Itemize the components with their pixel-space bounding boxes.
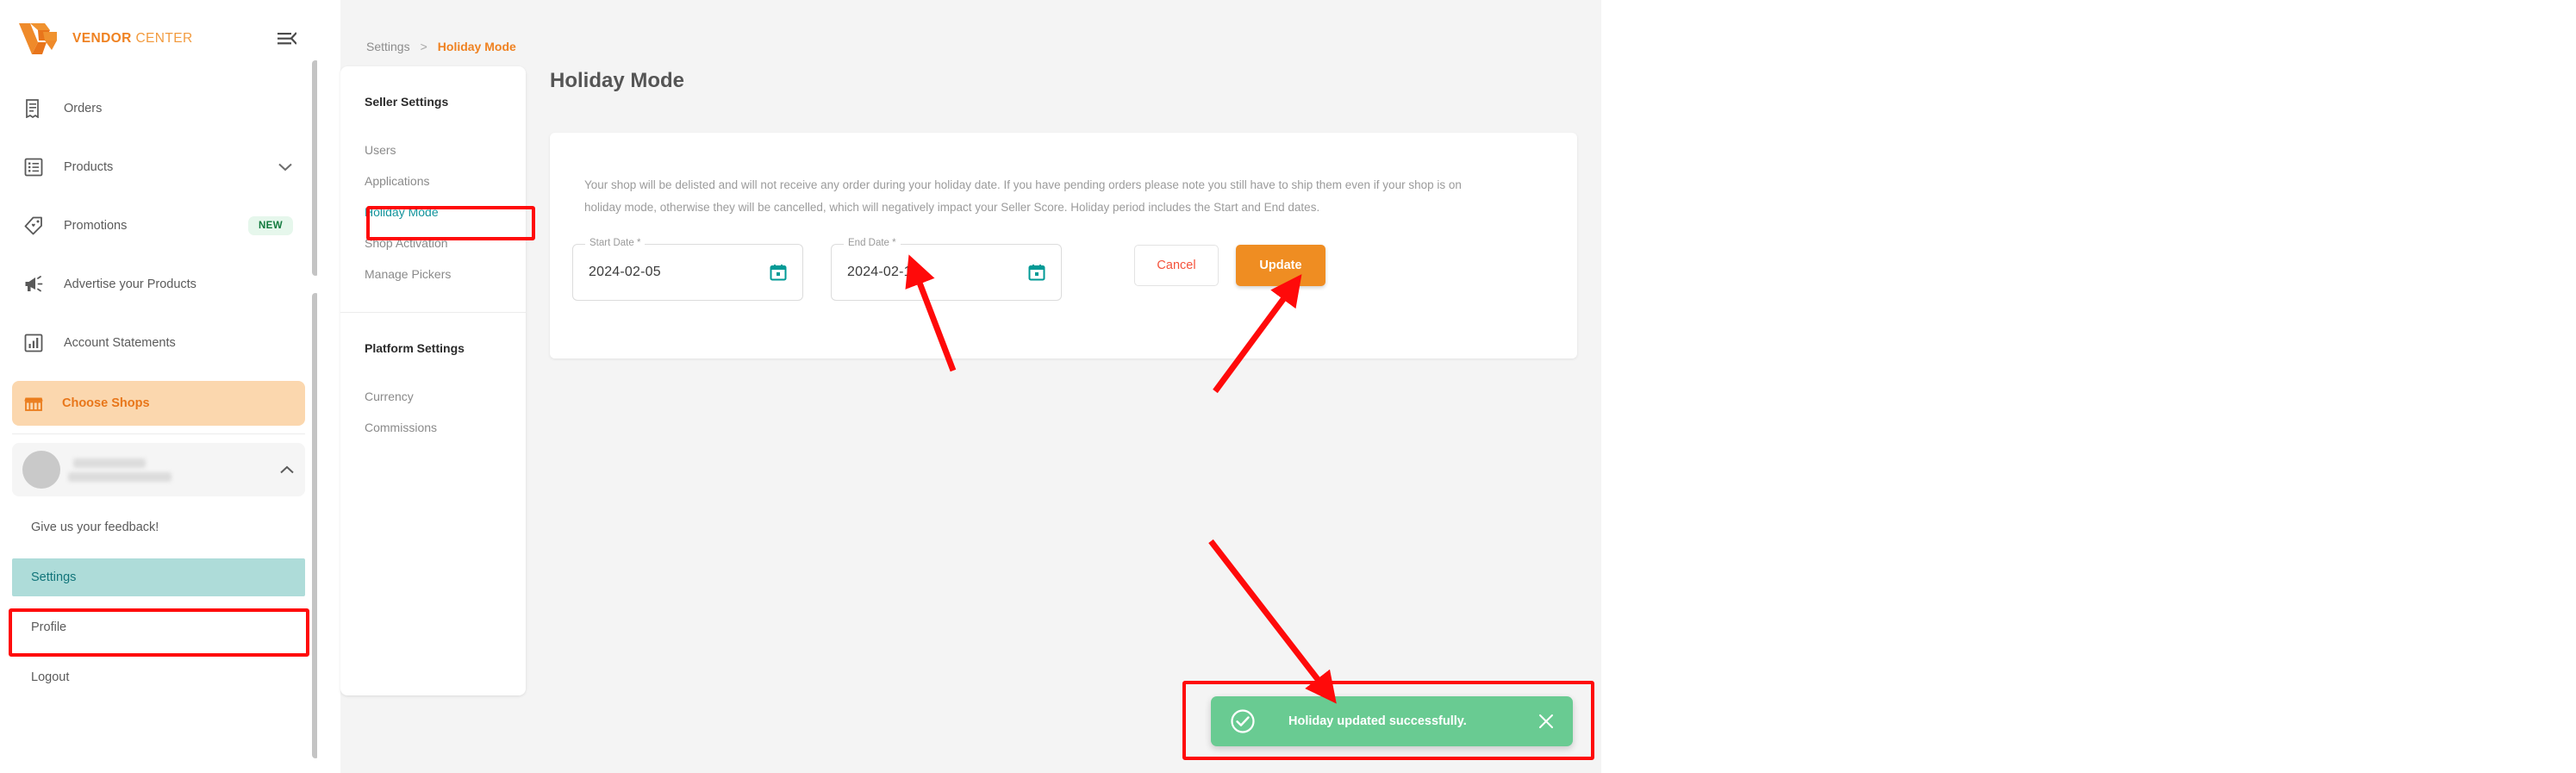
outer-blank-area — [1601, 0, 2576, 773]
sidebar-item-settings[interactable]: Settings — [12, 558, 305, 596]
success-toast: Holiday updated successfully. — [1211, 696, 1573, 746]
sidebar-item-label: Orders — [64, 102, 103, 115]
vendor-center-logo — [19, 23, 57, 54]
status-badge: NEW — [247, 216, 293, 235]
calendar-icon[interactable] — [1028, 264, 1045, 281]
sidebar-divider — [12, 433, 305, 434]
form-actions: Cancel Update — [1134, 244, 1325, 286]
brand-title-bold: VENDOR — [72, 31, 132, 46]
settings-link-manage-pickers[interactable]: Manage Pickers — [365, 259, 502, 290]
toast-message: Holiday updated successfully. — [1288, 714, 1467, 728]
collapse-sidebar-icon[interactable] — [276, 28, 298, 50]
settings-group-platform: Platform Settings Currency Commissions — [340, 313, 526, 443]
page-title: Holiday Mode — [550, 69, 685, 92]
start-date-field[interactable]: Start Date * 2024-02-05 — [572, 237, 803, 301]
sidebar-item-label: Promotions — [64, 219, 128, 233]
sidebar-item-products[interactable]: Products — [0, 146, 317, 188]
sidebar-item-label: Advertise your Products — [64, 277, 196, 291]
breadcrumb-current: Holiday Mode — [437, 40, 516, 53]
sidebar-item-label: Logout — [31, 670, 70, 684]
chevron-down-icon[interactable] — [278, 162, 293, 172]
sidebar-scrollbar-lower[interactable] — [312, 293, 317, 758]
avatar — [22, 451, 60, 489]
settings-group-seller: Seller Settings Users Applications Holid… — [340, 66, 526, 290]
start-date-value: 2024-02-05 — [589, 264, 661, 279]
breadcrumb-separator: > — [420, 40, 427, 53]
breadcrumb-settings[interactable]: Settings — [366, 40, 410, 53]
tag-icon — [22, 215, 45, 237]
redacted-line — [73, 458, 146, 468]
sidebar-item-advertise-your-products[interactable]: Advertise your Products — [0, 264, 317, 305]
settings-link-currency[interactable]: Currency — [365, 381, 502, 412]
holiday-mode-description: Your shop will be delisted and will not … — [584, 178, 1462, 215]
holiday-form: Start Date * 2024-02-05 End Date * 2024-… — [550, 220, 1577, 301]
sidebar-scrollbar-upper[interactable] — [312, 60, 317, 276]
brand-title: VENDOR CENTER — [72, 31, 193, 47]
settings-link-shop-activation[interactable]: Shop Activation — [365, 228, 502, 259]
sidebar-item-account-statements[interactable]: Account Statements — [0, 322, 317, 364]
user-name-redacted — [68, 458, 279, 482]
sidebar-item-label: Settings — [31, 570, 77, 584]
start-date-label: Start Date * — [585, 237, 646, 248]
redacted-line — [68, 471, 172, 482]
receipt-icon — [22, 97, 45, 120]
bar-chart-icon — [22, 332, 45, 354]
user-profile-row[interactable] — [12, 443, 305, 496]
settings-link-commissions[interactable]: Commissions — [365, 412, 502, 443]
end-date-label: End Date * — [844, 237, 901, 248]
settings-group-title: Platform Settings — [365, 341, 465, 355]
choose-shops-button[interactable]: Choose Shops — [12, 381, 305, 426]
settings-group-title: Seller Settings — [365, 95, 449, 109]
end-date-field[interactable]: End Date * 2024-02-17 — [831, 237, 1062, 301]
sidebar-item-label: Account Statements — [64, 336, 176, 350]
brand-header: VENDOR CENTER — [0, 12, 317, 65]
holiday-mode-card: Your shop will be delisted and will not … — [550, 133, 1577, 358]
settings-sub-nav: Seller Settings Users Applications Holid… — [340, 66, 526, 695]
sidebar-item-orders[interactable]: Orders — [0, 88, 317, 129]
sidebar-item-promotions[interactable]: Promotions NEW — [0, 205, 317, 246]
close-icon[interactable] — [1538, 714, 1554, 729]
settings-link-applications[interactable]: Applications — [365, 165, 502, 196]
megaphone-icon — [22, 273, 45, 296]
calendar-icon[interactable] — [770, 264, 787, 281]
sidebar-item-logout[interactable]: Logout — [0, 658, 317, 696]
sidebar-item-profile[interactable]: Profile — [0, 608, 317, 646]
sidebar-item-label: Profile — [31, 620, 67, 634]
sidebar-item-give-us-your-feedback[interactable]: Give us your feedback! — [0, 508, 317, 546]
left-sidebar: VENDOR CENTER Orders Products Promotions… — [0, 0, 317, 773]
sidebar-item-label: Products — [64, 160, 114, 174]
chevron-up-icon[interactable] — [279, 464, 295, 475]
check-circle-icon — [1230, 708, 1256, 734]
update-button[interactable]: Update — [1236, 244, 1325, 286]
storefront-icon — [22, 395, 45, 412]
settings-link-users[interactable]: Users — [365, 134, 502, 165]
settings-link-holiday-mode[interactable]: Holiday Mode — [365, 196, 502, 228]
sidebar-item-label: Give us your feedback! — [31, 521, 159, 534]
choose-shops-label: Choose Shops — [62, 396, 150, 410]
app-window: VENDOR CENTER Orders Products Promotions… — [0, 0, 2576, 773]
cancel-button[interactable]: Cancel — [1134, 244, 1219, 286]
breadcrumb: Settings > Holiday Mode — [366, 40, 516, 53]
end-date-value: 2024-02-17 — [847, 264, 920, 279]
list-icon — [22, 156, 45, 178]
sidebar-nav: Orders Products Promotions NEW Advertise… — [0, 88, 317, 364]
brand-title-light: CENTER — [135, 31, 193, 46]
